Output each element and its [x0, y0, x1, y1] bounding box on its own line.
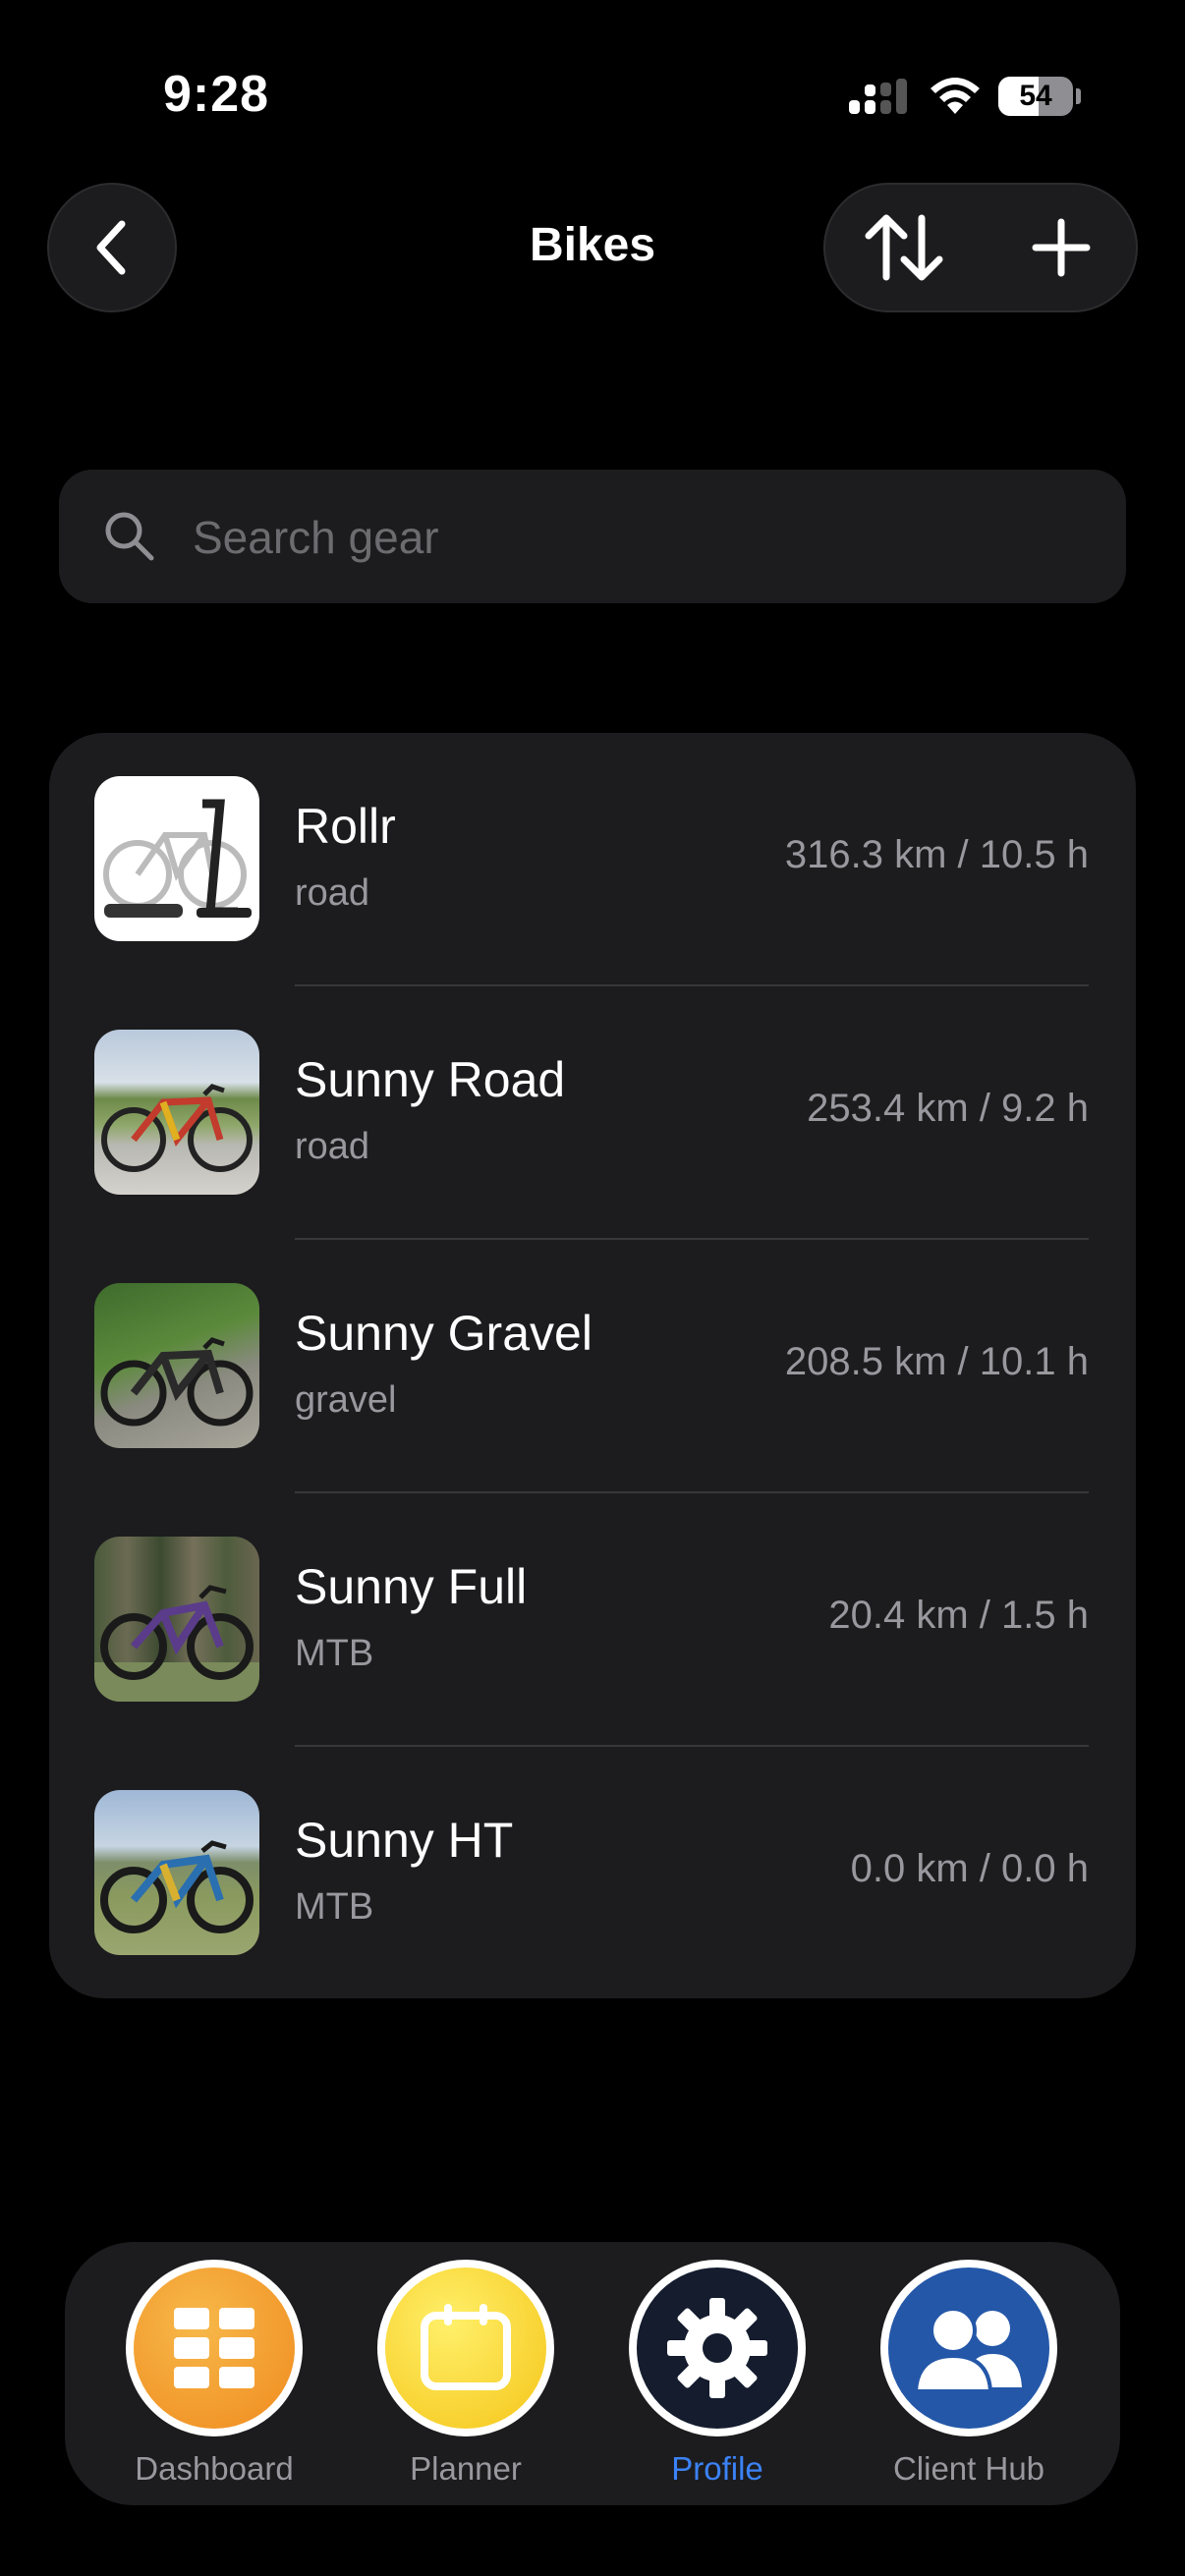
bike-stats: 0.0 km / 0.0 h	[850, 1847, 1089, 1890]
tab-dashboard[interactable]: Dashboard	[116, 2260, 312, 2495]
wifi-icon	[931, 78, 980, 114]
bike-name: Rollr	[295, 799, 396, 854]
battery-icon: 54	[998, 77, 1081, 116]
calendar-icon	[421, 2304, 511, 2390]
bike-name: Sunny Road	[295, 1052, 566, 1107]
tab-label: Dashboard	[135, 2450, 294, 2487]
bike-photo	[94, 776, 259, 941]
bike-photo	[94, 1790, 259, 1955]
tab-profile[interactable]: Profile	[619, 2260, 816, 2495]
tab-planner[interactable]: Planner	[367, 2260, 564, 2495]
sort-arrows-icon	[865, 214, 943, 281]
bike-photo	[94, 1283, 259, 1448]
bike-type: MTB	[295, 1633, 374, 1674]
search-input[interactable]	[191, 497, 1079, 578]
bike-stats: 20.4 km / 1.5 h	[828, 1594, 1089, 1637]
battery-level: 54	[1019, 80, 1052, 112]
tab-label: Profile	[671, 2450, 763, 2487]
tab-label: Planner	[410, 2450, 522, 2487]
status-time: 9:28	[163, 66, 270, 123]
bike-name: Sunny Full	[295, 1559, 528, 1614]
bike-photo	[94, 1030, 259, 1195]
bike-row-sunny-full[interactable]: Sunny Full MTB 20.4 km / 1.5 h	[49, 1493, 1136, 1747]
bike-name: Sunny HT	[295, 1813, 514, 1868]
gear-icon	[667, 2298, 767, 2398]
bike-type: MTB	[295, 1886, 374, 1928]
tab-label: Client Hub	[892, 2450, 1045, 2487]
tab-client-hub[interactable]: Client Hub	[871, 2260, 1067, 2495]
bike-type: gravel	[295, 1379, 397, 1421]
bike-row-sunny-gravel[interactable]: Sunny Gravel gravel 208.5 km / 10.1 h	[49, 1240, 1136, 1493]
bike-type: road	[295, 872, 370, 914]
cellular-signal-icon	[849, 79, 907, 114]
tab-bar: Dashboard Planner Profile Client Hub	[65, 2242, 1120, 2505]
bike-list: Rollr road 316.3 km / 10.5 h Sunny Road …	[49, 733, 1136, 1998]
people-icon	[913, 2307, 1022, 2393]
bike-row-rollr[interactable]: Rollr road 316.3 km / 10.5 h	[49, 733, 1136, 986]
add-bike-button[interactable]	[983, 185, 1140, 310]
grid-icon	[174, 2308, 254, 2388]
sort-button[interactable]	[825, 185, 983, 310]
bike-row-sunny-ht[interactable]: Sunny HT MTB 0.0 km / 0.0 h	[49, 1747, 1136, 2000]
search-bar[interactable]	[59, 470, 1126, 603]
bike-photo	[94, 1537, 259, 1702]
status-bar: 9:28 54	[0, 0, 1185, 187]
header-actions	[823, 183, 1138, 312]
bike-stats: 316.3 km / 10.5 h	[784, 833, 1089, 876]
bike-name: Sunny Gravel	[295, 1306, 592, 1361]
bike-type: road	[295, 1126, 370, 1167]
bike-stats: 253.4 km / 9.2 h	[807, 1087, 1089, 1130]
plus-icon	[1032, 218, 1091, 277]
search-icon	[105, 512, 154, 561]
bike-stats: 208.5 km / 10.1 h	[784, 1340, 1089, 1383]
bike-row-sunny-road[interactable]: Sunny Road road 253.4 km / 9.2 h	[49, 986, 1136, 1240]
